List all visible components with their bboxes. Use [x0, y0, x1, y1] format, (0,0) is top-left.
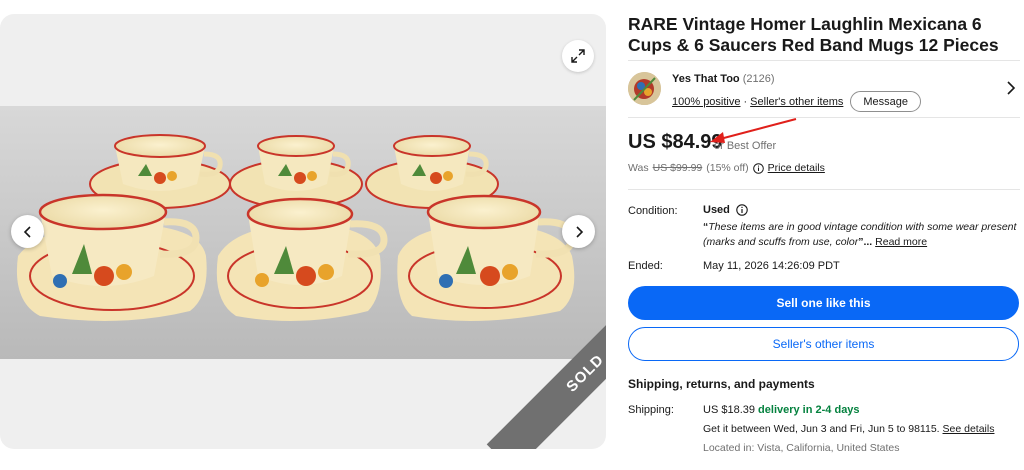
message-button[interactable]: Message: [850, 91, 922, 112]
condition-label: Condition:: [628, 205, 678, 217]
read-more-link[interactable]: Read more: [875, 236, 927, 248]
chevron-right-icon[interactable]: [1006, 81, 1016, 95]
seller-name[interactable]: Yes That Too: [672, 73, 740, 85]
avatar-image: [628, 72, 661, 105]
divider: [628, 189, 1020, 190]
seller-feedback-count: (2126): [742, 73, 775, 85]
expand-icon: [571, 49, 585, 63]
delivery-estimate: Get it between Wed, Jun 3 and Fri, Jun 5…: [703, 423, 994, 435]
shipping-cost: US $18.39: [703, 404, 755, 416]
expand-button[interactable]: [562, 40, 594, 72]
price-details-link[interactable]: Price details: [768, 162, 825, 174]
chevron-left-icon: [23, 225, 31, 238]
condition-description: “These items are in good vintage conditi…: [703, 220, 1019, 250]
condition-value: Used: [703, 204, 748, 216]
image-gallery: SOLD: [0, 14, 606, 449]
separator: ·: [743, 95, 748, 108]
condition-text: Used: [703, 204, 730, 216]
red-arrow-annotation: [710, 118, 797, 143]
seller-other-items-button[interactable]: Seller's other items: [628, 327, 1019, 361]
was-price: US $99.99: [652, 162, 703, 174]
seller-card[interactable]: Yes That Too (2126) 100% positive · Sell…: [628, 60, 1020, 118]
shipping-heading: Shipping, returns, and payments: [628, 377, 815, 391]
shipping-cost-line: US $18.39 delivery in 2-4 days: [703, 404, 860, 416]
ended-label: Ended:: [628, 260, 663, 272]
shipping-label: Shipping:: [628, 404, 674, 416]
ended-value: May 11, 2026 14:26:09 PDT: [703, 260, 840, 272]
delivery-speed: delivery in 2-4 days: [758, 404, 860, 416]
chevron-right-icon: [575, 225, 583, 238]
seller-name-row: Yes That Too (2126): [672, 73, 775, 85]
quote-close: ”...: [858, 236, 873, 248]
delivery-estimate-text: Get it between Wed, Jun 3 and Fri, Jun 5…: [703, 423, 940, 435]
previous-image-button[interactable]: [11, 215, 44, 248]
was-prefix: Was: [628, 162, 649, 174]
next-image-button[interactable]: [562, 215, 595, 248]
item-location: Located in: Vista, California, United St…: [703, 442, 900, 454]
product-photo[interactable]: [0, 106, 606, 359]
seller-other-items-link[interactable]: Seller's other items: [750, 96, 843, 108]
info-icon[interactable]: [736, 204, 748, 216]
see-details-link[interactable]: See details: [943, 423, 995, 435]
seller-links: 100% positive · Seller's other items Mes…: [672, 91, 922, 112]
discount: (15% off): [706, 162, 749, 174]
positive-feedback-link[interactable]: 100% positive: [672, 96, 741, 108]
seller-avatar[interactable]: [628, 72, 661, 105]
was-price-line: Was US $99.99 (15% off) Price details: [628, 162, 825, 174]
info-icon[interactable]: [752, 162, 764, 174]
sell-one-like-this-button[interactable]: Sell one like this: [628, 286, 1019, 320]
listing-title: RARE Vintage Homer Laughlin Mexicana 6 C…: [628, 14, 999, 55]
